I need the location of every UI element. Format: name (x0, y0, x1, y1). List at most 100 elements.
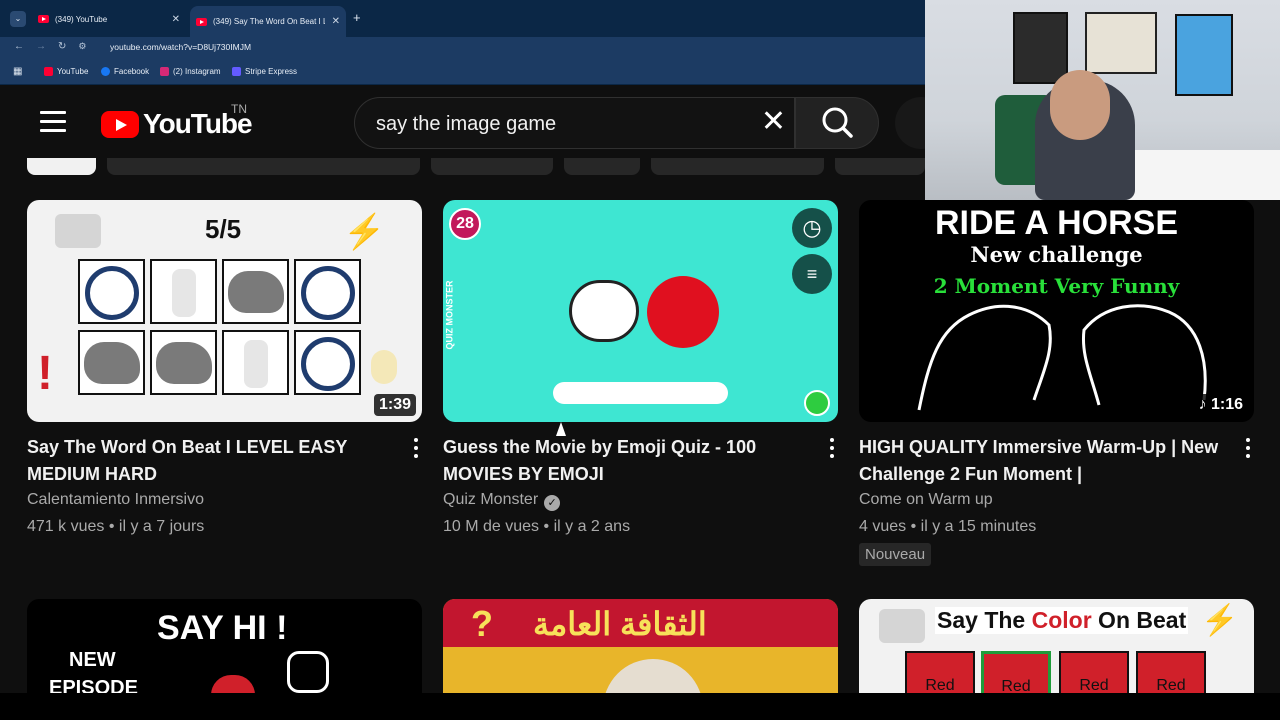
video-thumbnail[interactable]: 5/5 ⚡ ! 1:39 (27, 200, 422, 422)
site-info-icon[interactable]: ⚙ (78, 41, 86, 52)
monster-logo-icon (804, 390, 830, 416)
more-actions-icon[interactable] (822, 438, 842, 462)
thumb-headline-end: On Beat (1091, 607, 1187, 633)
country-code: TN (231, 102, 247, 116)
add-to-queue-icon[interactable]: ≡ (792, 254, 832, 294)
tab-current-video[interactable]: (349) Say The Word On Beat I L ✕ (190, 6, 346, 37)
bookmark-label: Stripe Express (245, 67, 298, 76)
facebook-bookmark-icon (101, 67, 110, 76)
browser-tab-bar: ⌄ (349) YouTube ✕ (349) Say The Word On … (0, 0, 925, 37)
megaphone-icon (879, 609, 925, 643)
channel-name[interactable]: Calentamiento Inmersivo (27, 491, 204, 509)
video-title[interactable]: Guess the Movie by Emoji Quiz - 100 MOVI… (443, 434, 803, 488)
reload-icon[interactable]: ↻ (58, 41, 66, 52)
thumb-tagline: EPISODE (49, 677, 138, 694)
youtube-favicon-icon (38, 15, 49, 23)
question-mark-icon: ? (471, 603, 493, 644)
video-thumbnail[interactable]: Say The Color On Beat ⚡ Red Red Red Red (859, 599, 1254, 694)
video-thumbnail[interactable]: الثقافة العامة ? (443, 599, 838, 694)
bookmark-instagram[interactable]: (2) Instagram (160, 67, 221, 76)
grid-top-4 (294, 259, 361, 324)
youtube-favicon-icon (196, 17, 207, 26)
video-title[interactable]: HIGH QUALITY Immersive Warm-Up | New Cha… (859, 434, 1219, 488)
thumb-headline-color: Color (1031, 607, 1092, 633)
thumb-headline: Say The Color On Beat (935, 607, 1189, 634)
video-thumbnail[interactable]: RIDE A HORSE New challenge 2 Moment Very… (859, 200, 1254, 422)
megaphone-icon (55, 214, 101, 248)
thumb-subtitle: NEW (69, 649, 116, 671)
close-tab-icon[interactable]: ✕ (332, 16, 340, 27)
more-actions-icon[interactable] (406, 438, 426, 462)
search-input[interactable]: say the image game (376, 113, 556, 136)
clear-search-icon[interactable]: ✕ (761, 107, 786, 137)
rock-icon (227, 271, 284, 313)
color-cell: Red (981, 651, 1051, 694)
new-badge: Nouveau (859, 543, 932, 566)
tab-list-dropdown[interactable]: ⌄ (10, 11, 26, 27)
youtube-logo[interactable]: YouTube TN (101, 102, 253, 140)
youtube-header: YouTube TN say the image game ✕ (0, 86, 947, 158)
grid-top-1 (78, 259, 145, 324)
video-meta: 10 M de vues • il y a 2 ans (443, 518, 630, 536)
view-count: 4 vues (859, 518, 907, 535)
scrollbar[interactable] (1274, 200, 1280, 690)
hands-outline-icon (917, 304, 1207, 411)
grid-top-2 (150, 259, 217, 324)
thumb-headline: SAY HI ! (157, 609, 288, 647)
back-icon[interactable]: ← (14, 41, 24, 52)
exclamation-icon: ! (37, 347, 53, 400)
duration-text: 1:16 (1210, 396, 1243, 413)
filter-chip[interactable] (835, 158, 925, 175)
thumb-score: 5/5 (205, 214, 242, 244)
channel-name[interactable]: Quiz Monster ✓ (443, 491, 561, 511)
hamburger-menu-icon[interactable] (40, 111, 66, 138)
bookmark-stripe[interactable]: Stripe Express (232, 67, 297, 76)
color-cell: Red (1136, 651, 1206, 694)
channel-name-text: Quiz Monster (443, 491, 539, 508)
view-count: 10 M de vues (443, 518, 540, 535)
video-meta: 471 k vues • il y a 7 jours (27, 518, 204, 536)
filter-chip[interactable] (651, 158, 824, 175)
url-field[interactable]: youtube.com/watch?v=D8Uj730IMJM (110, 42, 251, 52)
video-thumbnail[interactable]: 28 QUIZ MONSTER ◷ ≡ (443, 200, 838, 422)
bookmarks-bar: ▦ YouTube Facebook (2) Instagram Stripe … (0, 59, 925, 85)
filter-chip[interactable] (107, 158, 420, 175)
view-count: 471 k vues (27, 518, 105, 535)
clock-icon (300, 266, 355, 320)
upload-age: il y a 7 jours (118, 518, 205, 535)
close-tab-icon[interactable]: ✕ (172, 14, 180, 25)
grid-bottom-4 (294, 330, 361, 395)
channel-name[interactable]: Come on Warm up (859, 491, 993, 509)
duration-badge: 1:39 (373, 394, 416, 416)
rock-icon (155, 342, 212, 384)
bookmark-youtube[interactable]: YouTube (44, 67, 88, 76)
tab-youtube[interactable]: (349) YouTube ✕ (32, 8, 186, 30)
video-thumbnail[interactable]: SAY HI ! NEW EPISODE (27, 599, 422, 694)
watch-later-icon[interactable]: ◷ (792, 208, 832, 248)
grid-bottom-3 (222, 330, 289, 395)
rock-icon (83, 342, 140, 384)
portrait (603, 659, 703, 694)
music-note-icon: ♪ (1198, 396, 1211, 413)
video-title[interactable]: Say The Word On Beat I LEVEL EASY MEDIUM… (27, 434, 387, 488)
apps-grid-icon[interactable]: ▦ (13, 66, 22, 77)
meta-separator: • (543, 518, 550, 535)
search-button[interactable] (795, 97, 879, 149)
more-actions-icon[interactable] (1238, 438, 1258, 462)
grid-top-3 (222, 259, 289, 324)
address-bar: ← → ↻ ⚙ youtube.com/watch?v=D8Uj730IMJM (0, 37, 925, 59)
filter-chips (0, 158, 925, 176)
mouse-cursor-icon (556, 422, 566, 436)
filter-chip[interactable] (564, 158, 640, 175)
search-box[interactable]: say the image game ✕ (354, 97, 795, 149)
streamer-head (1050, 70, 1110, 140)
color-cell: Red (1059, 651, 1129, 694)
duration-badge: ♪ 1:16 (1193, 394, 1248, 416)
filter-chip-active[interactable] (27, 158, 96, 175)
nav-controls: ← → ↻ ⚙ (14, 41, 86, 52)
new-tab-button[interactable]: + (353, 10, 361, 25)
forward-icon[interactable]: → (36, 41, 46, 52)
filter-chip[interactable] (431, 158, 553, 175)
clock-icon (300, 337, 355, 391)
bookmark-facebook[interactable]: Facebook (101, 67, 149, 76)
